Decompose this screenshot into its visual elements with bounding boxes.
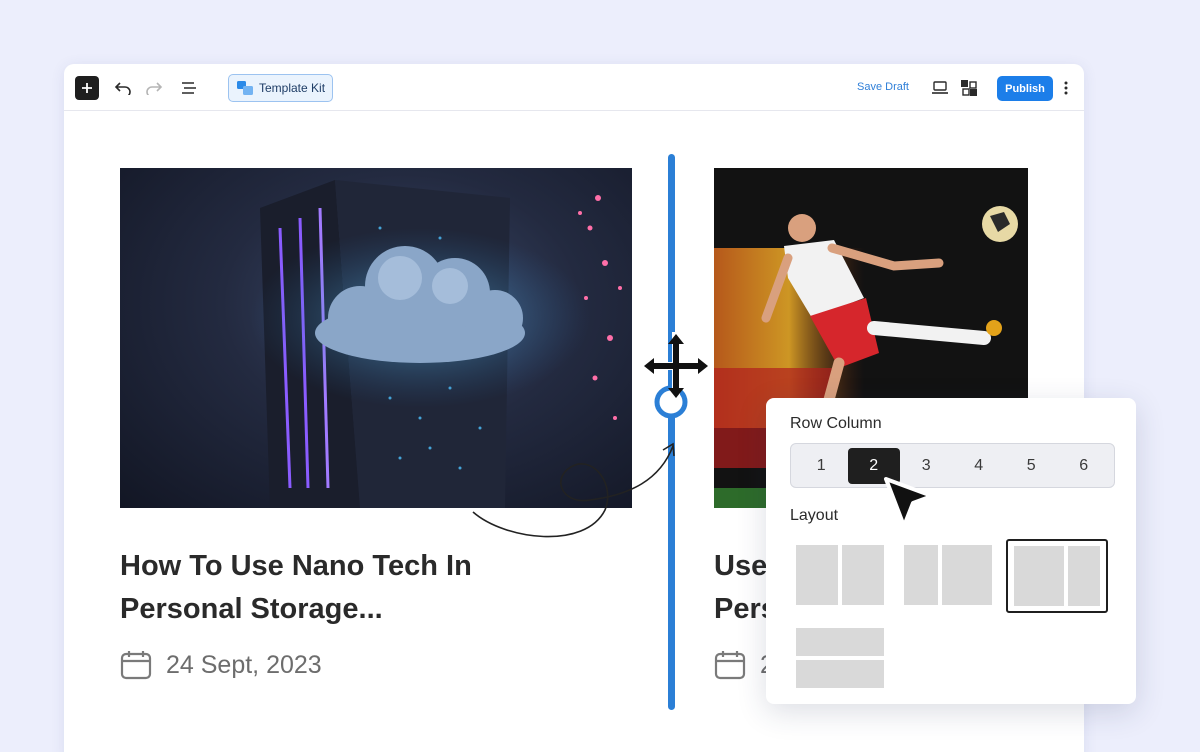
preview-button[interactable] (930, 78, 950, 98)
styles-button[interactable] (959, 78, 979, 98)
row-column-label: Row Column (790, 415, 882, 432)
editor-toolbar: Template Kit Save Draft Publish (64, 64, 1084, 111)
undo-button[interactable] (113, 78, 133, 98)
post-title[interactable]: How To Use Nano Tech In Personal Storage… (120, 545, 540, 631)
list-view-button[interactable] (179, 78, 199, 98)
redo-button[interactable] (144, 78, 164, 98)
post-title-2-line: Use (714, 550, 768, 582)
undo-icon (114, 82, 131, 95)
row-column-panel: Row Column 1 2 3 4 5 6 Layout (766, 398, 1136, 704)
column-count-selector: 1 2 3 4 5 6 (790, 443, 1115, 488)
publish-button[interactable]: Publish (997, 76, 1053, 101)
more-options-button[interactable] (1056, 78, 1076, 98)
post-title-2-line-2: Pers (714, 593, 774, 625)
column-option-1[interactable]: 1 (795, 448, 848, 484)
post-date: 24 Sept, 2023 (120, 650, 322, 680)
column-option-4[interactable]: 4 (953, 448, 1006, 484)
layout-option-narrow-wide[interactable] (904, 545, 994, 607)
save-draft-button[interactable]: Save Draft (857, 81, 909, 93)
post-date-2: 2 (714, 650, 774, 680)
layout-option-equal[interactable] (796, 545, 886, 607)
mouse-cursor-icon (884, 477, 934, 528)
column-resize-divider[interactable] (668, 154, 675, 710)
resize-handle-icon[interactable] (640, 330, 714, 420)
layout-label: Layout (790, 507, 839, 524)
column-option-5[interactable]: 5 (1005, 448, 1058, 484)
layout-option-wide-narrow[interactable] (1006, 539, 1108, 613)
redo-icon (146, 82, 163, 95)
template-kit-icon (237, 81, 253, 95)
template-kit-button[interactable]: Template Kit (228, 74, 333, 102)
column-option-6[interactable]: 6 (1058, 448, 1111, 484)
list-view-icon (182, 82, 196, 94)
template-kit-label: Template Kit (259, 81, 326, 95)
post-title-2[interactable]: Use Pers (714, 545, 774, 631)
curved-arrow-icon (472, 442, 675, 538)
post-date-text: 24 Sept, 2023 (166, 650, 322, 679)
more-vertical-icon (1064, 81, 1068, 95)
laptop-icon (932, 81, 948, 94)
blocks-icon (961, 80, 977, 96)
plus-icon (82, 83, 92, 93)
layout-option-stacked[interactable] (796, 628, 886, 690)
calendar-icon (714, 651, 746, 680)
add-block-button[interactable] (75, 76, 99, 100)
calendar-icon (120, 651, 152, 680)
